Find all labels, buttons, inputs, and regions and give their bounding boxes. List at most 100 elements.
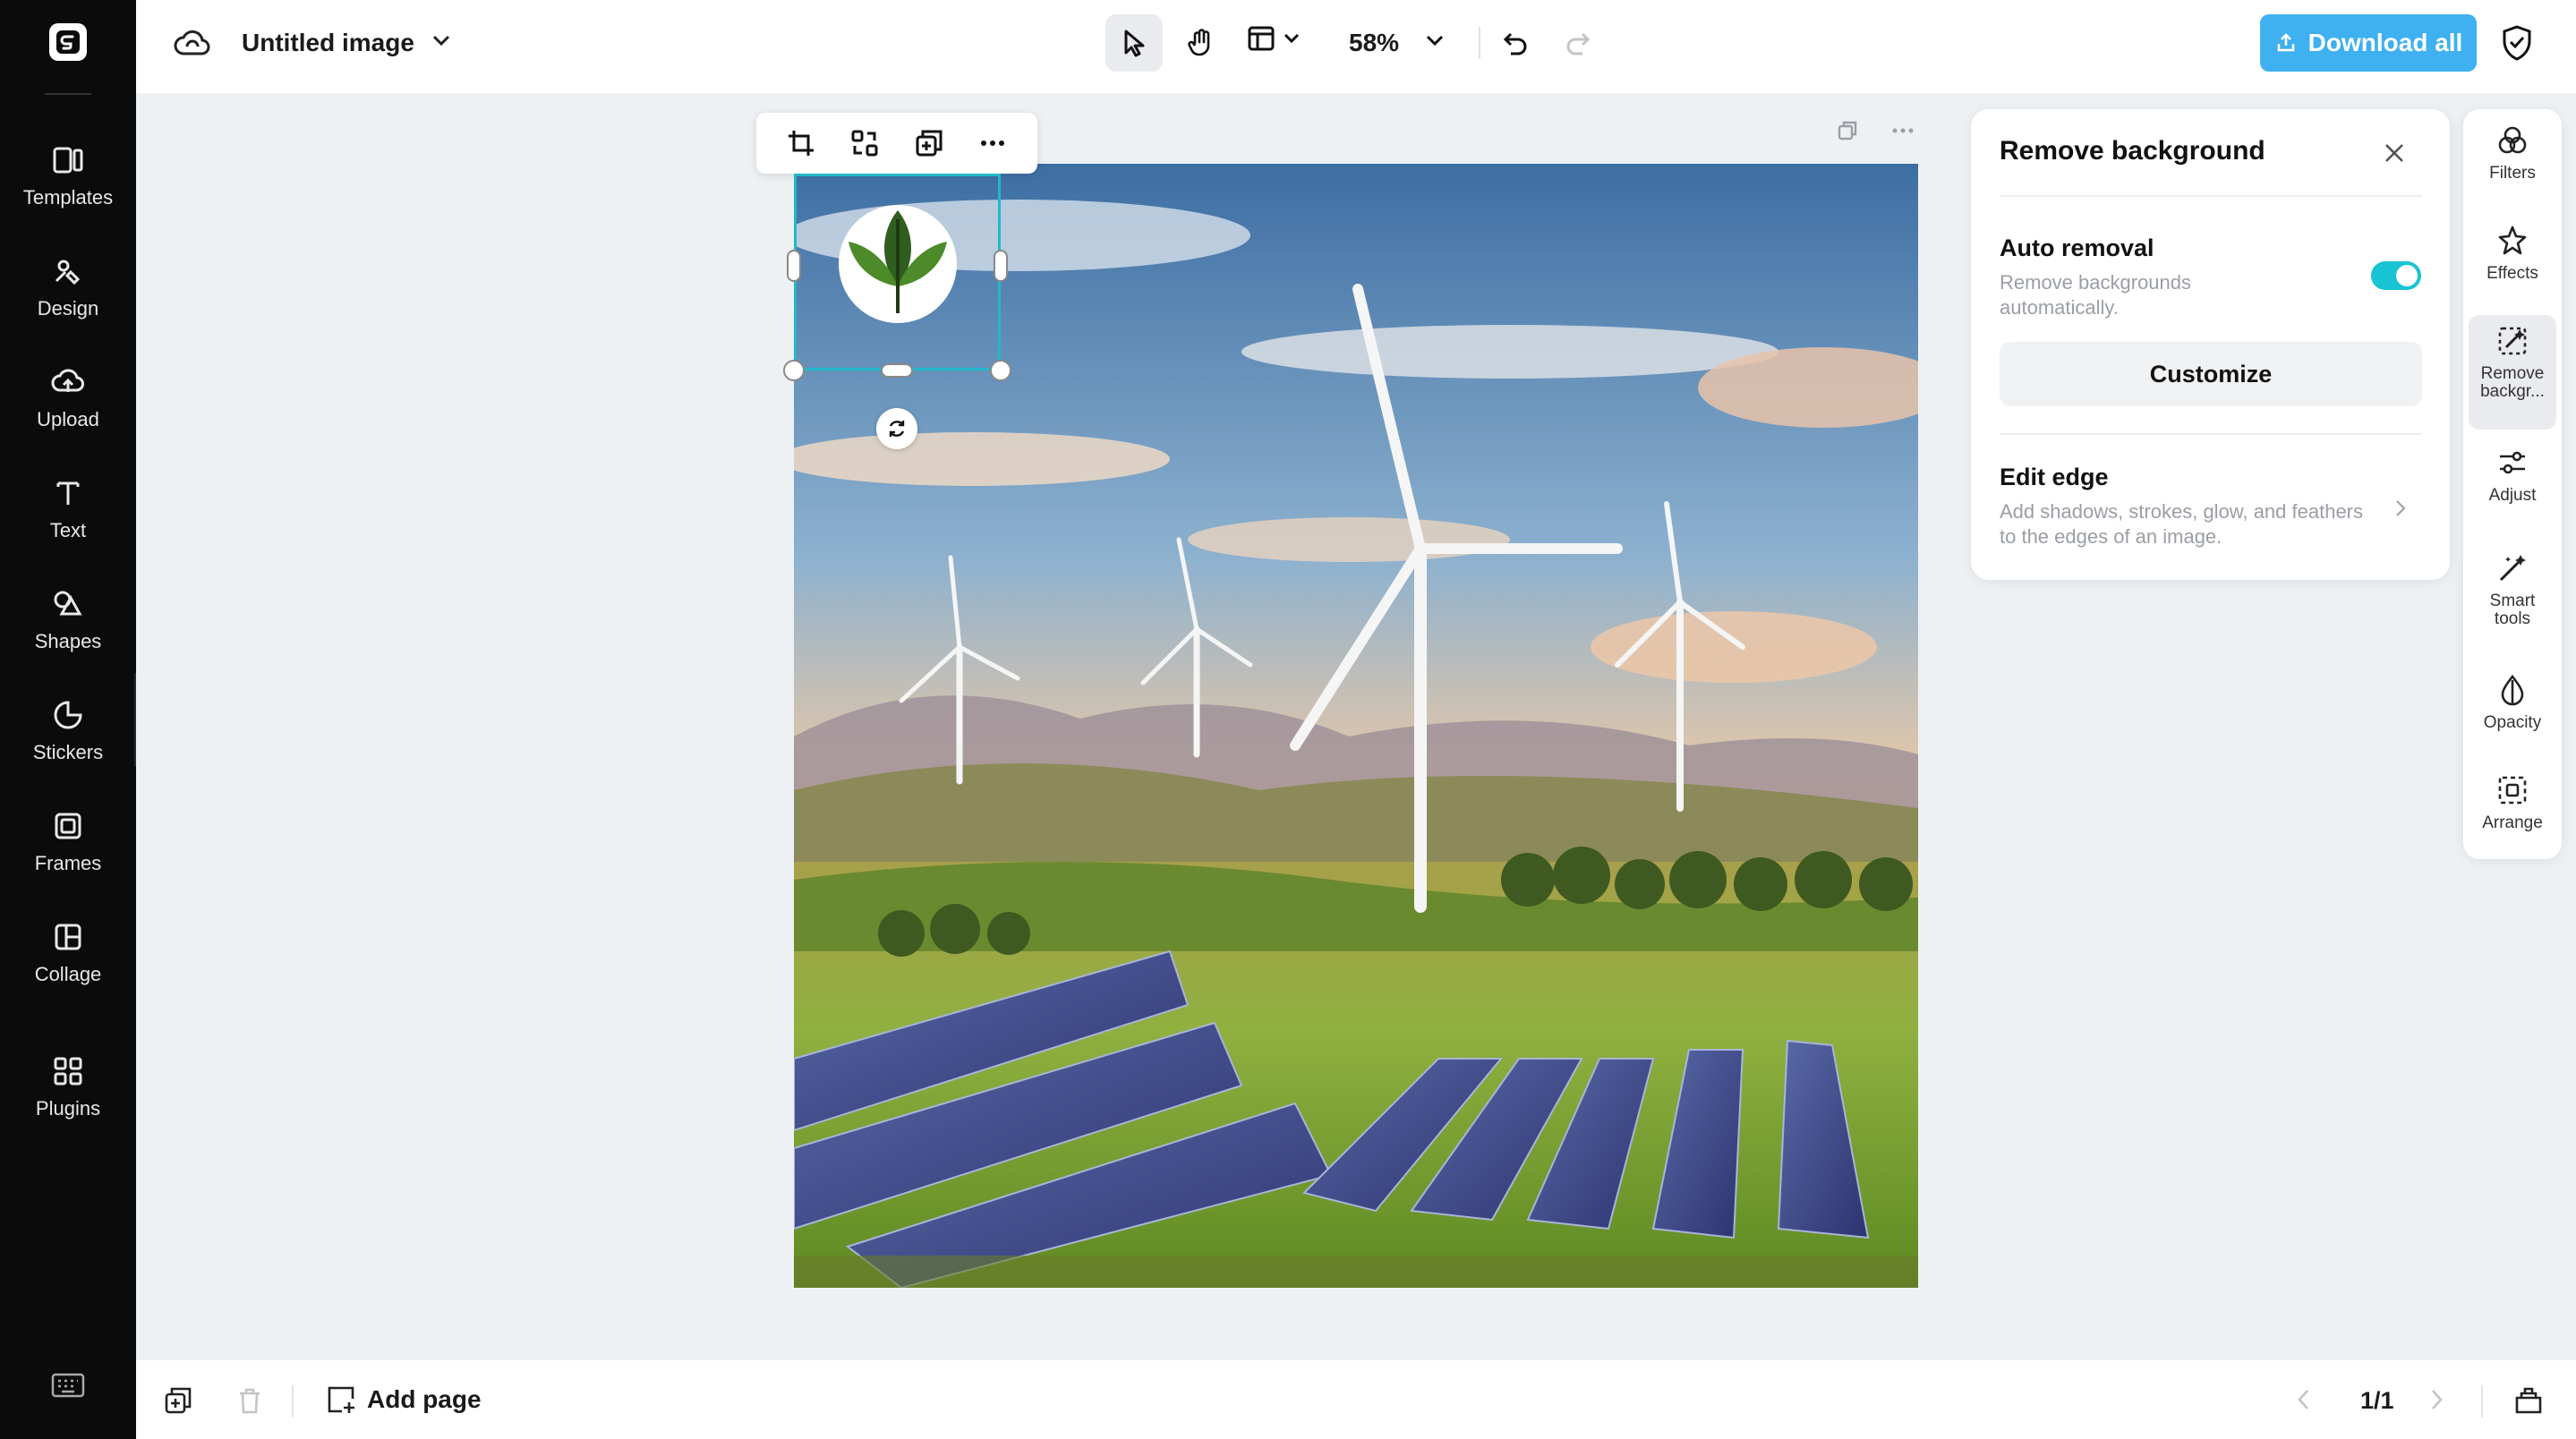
bottom-divider [292, 1385, 294, 1418]
resize-handle-left[interactable] [787, 250, 801, 282]
rotate-icon [889, 421, 905, 437]
sidebar-item-plugins[interactable]: Plugins [0, 1047, 136, 1145]
chevron-down-icon [432, 35, 450, 47]
tool-effects[interactable]: Effects [2469, 215, 2556, 283]
add-page-button[interactable]: Add page [326, 1380, 482, 1419]
tool-remove-background[interactable]: Remove backgr... [2469, 315, 2556, 430]
duplicate-button[interactable] [906, 120, 952, 166]
zoom-level[interactable]: 58% [1349, 29, 1399, 57]
zoom-menu-button[interactable] [1425, 34, 1445, 47]
chevron-left-icon [2298, 1390, 2308, 1409]
close-icon [2385, 144, 2403, 162]
resize-handle-right[interactable] [994, 250, 1008, 282]
title-menu-button[interactable] [431, 34, 451, 47]
chevron-right-icon [2396, 500, 2406, 516]
keyboard-shortcuts-button[interactable] [50, 1371, 86, 1400]
undo-button[interactable] [1498, 27, 1531, 59]
remove-background-icon [2498, 327, 2527, 355]
customize-button[interactable]: Customize [2000, 342, 2422, 406]
tool-opacity[interactable]: Opacity [2469, 664, 2556, 732]
selection-box[interactable] [794, 174, 1001, 370]
add-page-icon [328, 1386, 354, 1413]
remove-background-panel: Remove background Auto removal Remove ba… [1971, 109, 2450, 580]
resize-handle-bottom[interactable] [881, 363, 913, 378]
panel-divider [2000, 433, 2422, 435]
sidebar-item-collage[interactable]: Collage [0, 913, 136, 1011]
cloud-save-button[interactable] [174, 27, 211, 59]
sidebar-item-label: Plugins [35, 1097, 101, 1120]
replace-button[interactable] [841, 120, 888, 166]
chevron-down-icon [1284, 33, 1300, 44]
sidebar-item-frames[interactable]: Frames [0, 802, 136, 900]
sidebar-item-stickers[interactable]: Stickers [0, 691, 136, 789]
panel-title: Remove background [2000, 136, 2265, 166]
duplicate-page-icon[interactable] [1835, 118, 1860, 143]
crop-button[interactable] [778, 120, 824, 166]
previous-page-button[interactable] [2295, 1387, 2313, 1412]
page-indicator: 1/1 [2360, 1387, 2394, 1414]
tool-smart-tools[interactable]: Smart tools [2469, 542, 2556, 628]
element-toolbar [756, 113, 1037, 174]
redo-button[interactable] [1563, 27, 1595, 59]
document-title[interactable]: Untitled image [242, 29, 414, 57]
chevron-down-icon [1426, 35, 1444, 47]
security-button[interactable] [2499, 23, 2535, 63]
tool-label: Arrange [2482, 813, 2543, 832]
tool-arrange[interactable]: Arrange [2469, 764, 2556, 832]
download-all-button[interactable]: Download all [2260, 14, 2477, 72]
layout-menu-button[interactable] [1246, 23, 1300, 54]
resize-handle-bottom-left[interactable] [783, 360, 805, 381]
edit-edge-row[interactable]: Edit edge Add shadows, strokes, glow, an… [2000, 464, 2422, 562]
auto-removal-toggle[interactable] [2371, 261, 2421, 290]
templates-icon [53, 147, 83, 174]
hand-tool-button[interactable] [1173, 14, 1230, 72]
frames-icon [55, 813, 81, 839]
select-tool-button[interactable] [1105, 14, 1163, 72]
tool-adjust[interactable]: Adjust [2469, 437, 2556, 505]
tool-filters[interactable]: Filters [2469, 115, 2556, 183]
bottom-bar: Add page 1/1 [136, 1360, 2576, 1439]
pointer-icon [1124, 30, 1145, 57]
left-sidebar: Templates Design Upload Text Shapes Stic… [0, 0, 136, 1439]
crop-icon [788, 131, 814, 156]
next-page-button[interactable] [2427, 1387, 2445, 1412]
design-icon [55, 260, 81, 285]
more-options-icon [981, 140, 1005, 146]
effects-icon [2498, 226, 2527, 255]
cloud-icon [174, 30, 210, 55]
page-actions [1835, 118, 1915, 143]
keyboard-icon [51, 1373, 85, 1398]
stickers-icon [54, 701, 82, 729]
sidebar-item-label: Design [37, 297, 99, 319]
tool-label: Filters [2489, 164, 2536, 183]
redo-icon [1566, 32, 1591, 55]
upload-share-icon [2277, 33, 2294, 52]
app-logo-icon[interactable] [49, 23, 87, 61]
sidebar-item-design[interactable]: Design [0, 247, 136, 345]
auto-removal-description: Remove backgrounds automatically. [2000, 271, 2192, 319]
sidebar-item-text[interactable]: Text [0, 469, 136, 567]
layers-button[interactable] [2513, 1385, 2544, 1416]
panel-divider [2000, 195, 2422, 197]
sidebar-item-label: Text [49, 519, 87, 541]
close-panel-button[interactable] [2372, 131, 2417, 175]
opacity-icon [2501, 674, 2524, 706]
shapes-icon [54, 591, 82, 616]
resize-handle-bottom-right[interactable] [990, 360, 1011, 381]
sidebar-item-templates[interactable]: Templates [0, 136, 136, 234]
duplicate-page-button[interactable] [163, 1385, 193, 1416]
sidebar-item-label: Templates [22, 186, 114, 209]
delete-page-button[interactable] [235, 1385, 265, 1416]
more-options-button[interactable] [969, 120, 1016, 166]
layout-icon [1248, 26, 1275, 51]
upload-icon [51, 369, 84, 392]
edit-edge-title: Edit edge [2000, 464, 2109, 490]
sidebar-item-upload[interactable]: Upload [0, 358, 136, 456]
more-options-icon[interactable] [1890, 118, 1915, 143]
trash-icon [240, 1388, 260, 1414]
rotate-handle[interactable] [876, 408, 917, 449]
arrange-icon [2498, 776, 2527, 805]
plugins-icon [54, 1057, 82, 1086]
sidebar-item-shapes[interactable]: Shapes [0, 580, 136, 678]
sidebar-divider [45, 93, 91, 95]
